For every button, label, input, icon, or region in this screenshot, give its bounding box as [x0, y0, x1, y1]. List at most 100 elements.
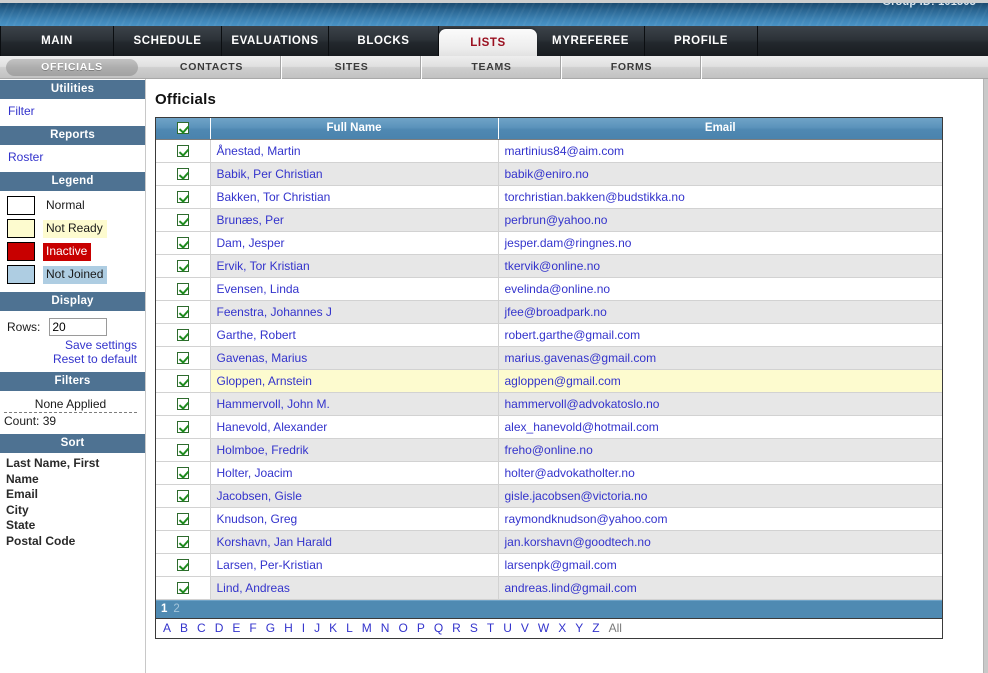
full-name-link[interactable]: Ervik, Tor Kristian [217, 259, 310, 273]
email-link[interactable]: jesper.dam@ringnes.no [505, 236, 632, 250]
sort-option-name[interactable]: Name [6, 472, 145, 488]
subnav-tab-teams[interactable]: TEAMS [422, 55, 562, 79]
row-checkbox[interactable] [176, 237, 189, 250]
email-link[interactable]: robert.garthe@gmail.com [505, 328, 641, 342]
alpha-filter-k[interactable]: K [329, 621, 337, 635]
row-checkbox[interactable] [176, 421, 189, 434]
subnav-tab-forms[interactable]: FORMS [562, 55, 702, 79]
alpha-filter-m[interactable]: M [362, 621, 372, 635]
row-checkbox[interactable] [176, 582, 189, 595]
full-name-link[interactable]: Gavenas, Marius [217, 351, 308, 365]
row-checkbox[interactable] [176, 513, 189, 526]
subnav-tab-officials[interactable]: OFFICIALS [6, 58, 138, 76]
email-link[interactable]: martinius84@aim.com [505, 144, 625, 158]
alpha-filter-n[interactable]: N [381, 621, 390, 635]
email-link[interactable]: larsenpk@gmail.com [505, 558, 617, 572]
alpha-filter-t[interactable]: T [487, 621, 494, 635]
full-name-link[interactable]: Hanevold, Alexander [217, 420, 328, 434]
full-name-link[interactable]: Dam, Jesper [217, 236, 285, 250]
email-link[interactable]: perbrun@yahoo.no [505, 213, 608, 227]
row-checkbox[interactable] [176, 214, 189, 227]
sort-option-postal-code[interactable]: Postal Code [6, 534, 145, 550]
email-link[interactable]: tkervik@online.no [505, 259, 601, 273]
alpha-filter-v[interactable]: V [521, 621, 529, 635]
reset-to-default-link[interactable]: Reset to default [0, 352, 145, 366]
nav-tab-lists[interactable]: LISTS [439, 29, 537, 56]
alpha-filter-r[interactable]: R [452, 621, 461, 635]
email-link[interactable]: andreas.lind@gmail.com [505, 581, 637, 595]
row-checkbox[interactable] [176, 329, 189, 342]
email-link[interactable]: hammervoll@advokatoslo.no [505, 397, 660, 411]
header-full-name[interactable]: Full Name [210, 118, 499, 140]
nav-tab-profile[interactable]: PROFILE [645, 26, 758, 56]
full-name-link[interactable]: Garthe, Robert [217, 328, 296, 342]
full-name-link[interactable]: Jacobsen, Gisle [217, 489, 302, 503]
row-checkbox[interactable] [176, 283, 189, 296]
full-name-link[interactable]: Korshavn, Jan Harald [217, 535, 332, 549]
row-checkbox[interactable] [176, 352, 189, 365]
select-all-checkbox[interactable] [176, 122, 189, 135]
full-name-link[interactable]: Evensen, Linda [217, 282, 300, 296]
alpha-filter-y[interactable]: Y [575, 621, 583, 635]
sort-option-last-name-first[interactable]: Last Name, First [6, 456, 145, 472]
sidebar-link-filter[interactable]: Filter [0, 102, 145, 120]
alpha-filter-u[interactable]: U [503, 621, 512, 635]
alpha-filter-o[interactable]: O [398, 621, 407, 635]
alpha-filter-i[interactable]: I [302, 621, 305, 635]
email-link[interactable]: gisle.jacobsen@victoria.no [505, 489, 648, 503]
row-checkbox[interactable] [176, 191, 189, 204]
alpha-filter-d[interactable]: D [215, 621, 224, 635]
alpha-filter-c[interactable]: C [197, 621, 206, 635]
full-name-link[interactable]: Bakken, Tor Christian [217, 190, 331, 204]
alpha-filter-h[interactable]: H [284, 621, 293, 635]
subnav-tab-contacts[interactable]: CONTACTS [142, 55, 282, 79]
sidebar-link-roster[interactable]: Roster [0, 148, 145, 166]
row-checkbox[interactable] [176, 398, 189, 411]
alpha-filter-l[interactable]: L [346, 621, 353, 635]
alpha-filter-w[interactable]: W [538, 621, 549, 635]
alpha-filter-e[interactable]: E [232, 621, 240, 635]
row-checkbox[interactable] [176, 490, 189, 503]
alpha-filter-b[interactable]: B [180, 621, 188, 635]
alpha-filter-q[interactable]: Q [434, 621, 443, 635]
nav-tab-blocks[interactable]: BLOCKS [329, 26, 439, 56]
row-checkbox[interactable] [176, 375, 189, 388]
alpha-filter-g[interactable]: G [266, 621, 275, 635]
email-link[interactable]: babik@eniro.no [505, 167, 589, 181]
row-checkbox[interactable] [176, 467, 189, 480]
row-checkbox[interactable] [176, 536, 189, 549]
alpha-filter-a[interactable]: A [163, 621, 171, 635]
subnav-tab-sites[interactable]: SITES [282, 55, 422, 79]
full-name-link[interactable]: Holmboe, Fredrik [217, 443, 309, 457]
alpha-filter-f[interactable]: F [249, 621, 256, 635]
email-link[interactable]: torchristian.bakken@budstikka.no [505, 190, 685, 204]
email-link[interactable]: marius.gavenas@gmail.com [505, 351, 657, 365]
email-link[interactable]: jan.korshavn@goodtech.no [505, 535, 651, 549]
nav-tab-main[interactable]: MAIN [0, 26, 114, 56]
alpha-filter-x[interactable]: X [558, 621, 566, 635]
email-link[interactable]: raymondknudson@yahoo.com [505, 512, 668, 526]
full-name-link[interactable]: Larsen, Per-Kristian [217, 558, 323, 572]
page-link-1[interactable]: 1 [161, 603, 167, 615]
full-name-link[interactable]: Brunæs, Per [217, 213, 284, 227]
full-name-link[interactable]: Lind, Andreas [217, 581, 290, 595]
email-link[interactable]: jfee@broadpark.no [505, 305, 607, 319]
alpha-filter-s[interactable]: S [470, 621, 478, 635]
rows-input[interactable] [49, 318, 108, 336]
sort-option-email[interactable]: Email [6, 487, 145, 503]
nav-tab-schedule[interactable]: SCHEDULE [114, 26, 222, 56]
sort-option-city[interactable]: City [6, 503, 145, 519]
save-settings-link[interactable]: Save settings [0, 338, 145, 352]
email-link[interactable]: freho@online.no [505, 443, 593, 457]
full-name-link[interactable]: Gloppen, Arnstein [217, 374, 312, 388]
alpha-filter-j[interactable]: J [314, 621, 320, 635]
full-name-link[interactable]: Babik, Per Christian [217, 167, 323, 181]
full-name-link[interactable]: Ånestad, Martin [217, 144, 301, 158]
full-name-link[interactable]: Holter, Joacim [217, 466, 293, 480]
email-link[interactable]: holter@advokatholter.no [505, 466, 635, 480]
row-checkbox[interactable] [176, 260, 189, 273]
alpha-filter-z[interactable]: Z [592, 621, 599, 635]
email-link[interactable]: evelinda@online.no [505, 282, 611, 296]
nav-tab-myreferee[interactable]: MYREFEREE [537, 26, 645, 56]
email-link[interactable]: alex_hanevold@hotmail.com [505, 420, 659, 434]
